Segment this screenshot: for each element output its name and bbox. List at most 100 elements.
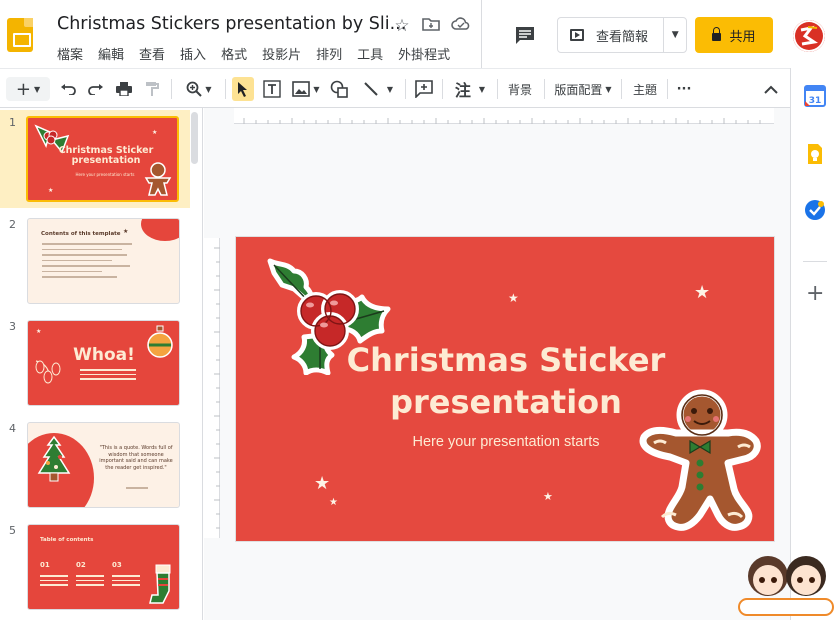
notes-button[interactable]: 注 ▼ (450, 77, 490, 101)
select-tool-icon[interactable] (232, 77, 254, 101)
slide-filmstrip: 1 Christmas Sticker presentation Here yo… (0, 108, 203, 620)
present-icon (570, 29, 584, 41)
present-dropdown-arrow-icon[interactable]: ▼ (664, 30, 686, 40)
menu-addons[interactable]: 外掛程式 (398, 44, 450, 63)
menu-format[interactable]: 格式 (221, 44, 247, 63)
layout-label: 版面配置 (554, 82, 603, 97)
undo-icon[interactable] (58, 77, 78, 101)
slide-title[interactable]: Christmas Sticker presentation (336, 339, 676, 423)
christmas-tree-icon (37, 435, 71, 482)
vertical-ruler[interactable] (204, 238, 220, 538)
toolbar-separator (621, 79, 622, 99)
thumb-author-line (126, 487, 148, 489)
leaves-icon (35, 360, 61, 384)
thumb-text-lines (80, 369, 136, 383)
menu-arrange[interactable]: 排列 (316, 44, 342, 63)
layout-button[interactable]: 版面配置 ▼ (551, 77, 615, 101)
collapse-menu-icon[interactable] (760, 77, 782, 101)
slides-logo-icon[interactable] (7, 18, 33, 52)
thumb-text-lines (42, 243, 142, 282)
ornament-icon (147, 325, 173, 358)
menu-tools[interactable]: 工具 (357, 44, 383, 63)
slide-thumbnail-2[interactable]: Contents of this template ★ (27, 218, 180, 304)
star-decoration: ★ (543, 490, 553, 503)
present-button[interactable]: 查看簡報 ▼ (557, 17, 687, 53)
star-decoration: ★ (48, 187, 54, 194)
menu-slide[interactable]: 投影片 (262, 44, 301, 63)
slide-thumbnail-4[interactable]: "This is a quote. Words full of wisdom t… (27, 422, 180, 508)
side-panel-separator (803, 261, 827, 262)
filmstrip-scrollbar[interactable] (191, 112, 198, 164)
toolbar-separator (667, 79, 668, 99)
app-header: Christmas Stickers presentation by Sli..… (0, 0, 839, 68)
image-icon[interactable]: ▼ (289, 77, 323, 101)
present-main[interactable]: 查看簡報 (558, 18, 665, 52)
thumb-title: Whoa! (73, 345, 135, 365)
paint-format-icon[interactable] (142, 77, 162, 101)
toolbar-separator (171, 79, 172, 99)
cloud-status-icon[interactable] (451, 16, 471, 36)
new-slide-button[interactable]: + ▼ (6, 77, 50, 101)
toolbar-separator (225, 79, 226, 99)
menu-file[interactable]: 檔案 (57, 44, 83, 63)
star-decoration: ★ (508, 291, 519, 305)
menu-insert[interactable]: 插入 (180, 44, 206, 63)
zoom-button[interactable]: ▼ (180, 77, 218, 101)
menu-edit[interactable]: 編輯 (98, 44, 124, 63)
star-icon[interactable]: ☆ (392, 16, 412, 36)
star-decoration: ★ (123, 228, 129, 235)
thumb-subtitle: Here your presentation starts (75, 172, 135, 177)
toolbar-separator (497, 79, 498, 99)
gingerbread-sticker-icon[interactable] (636, 387, 762, 533)
add-comment-icon[interactable] (413, 77, 435, 101)
slide-subtitle[interactable]: Here your presentation starts (336, 434, 676, 450)
keep-icon[interactable] (803, 142, 827, 166)
background-label: 背景 (507, 82, 532, 97)
more-options-icon[interactable]: ··· (673, 77, 695, 101)
thumb-quote: "This is a quote. Words full of wisdom t… (99, 445, 173, 471)
line-icon[interactable]: ▼ (358, 77, 398, 101)
share-button[interactable]: 共用 (695, 17, 773, 53)
toolbar-separator (405, 79, 406, 99)
slide-number: 4 (9, 422, 16, 435)
toc-number: 03 (112, 561, 122, 569)
calendar-icon[interactable]: 31 (803, 84, 827, 108)
horizontal-ruler[interactable] (234, 108, 774, 124)
menu-view[interactable]: 查看 (139, 44, 165, 63)
svg-text:31: 31 (809, 96, 822, 106)
thumb-title: Contents of this template (41, 231, 121, 237)
stocking-icon (149, 564, 171, 604)
print-icon[interactable] (114, 77, 134, 101)
tasks-icon[interactable] (803, 198, 827, 222)
toolbar: + ▼ ▼ ▼ ▼ 注 ▼ 背景 版面配置 ▼ 主題 ··· (0, 68, 790, 108)
toc-number: 01 (40, 561, 50, 569)
redo-icon[interactable] (86, 77, 106, 101)
slide-thumbnail-1[interactable]: Christmas Sticker presentation Here your… (26, 116, 179, 202)
star-decoration: ★ (36, 328, 42, 335)
comment-icon[interactable] (514, 25, 536, 45)
document-title[interactable]: Christmas Stickers presentation by Sli..… (57, 14, 406, 34)
thumb-title: Christmas Sticker presentation (58, 145, 154, 166)
get-addons-plus-icon[interactable]: + (806, 283, 824, 305)
star-decoration: ★ (152, 129, 158, 136)
star-decoration: ★ (329, 497, 338, 508)
theme-button[interactable]: 主題 (628, 77, 662, 101)
slide-number: 1 (9, 116, 16, 129)
background-button[interactable]: 背景 (503, 77, 537, 101)
user-avatar[interactable] (793, 20, 825, 52)
shape-icon[interactable] (328, 77, 350, 101)
thumb-text-lines (40, 575, 140, 586)
slide-thumbnail-3[interactable]: Whoa! ★ (27, 320, 180, 406)
slide-title-line2: presentation (390, 383, 622, 421)
watermark-badge (738, 598, 834, 616)
slide-number: 3 (9, 320, 16, 333)
star-decoration: ★ (314, 473, 331, 494)
move-folder-icon[interactable] (421, 16, 441, 36)
star-decoration: ★ (694, 282, 711, 303)
side-panel: 31 + (790, 68, 839, 620)
text-box-icon[interactable] (261, 77, 283, 101)
slide-thumbnail-5[interactable]: Table of contents 01 02 03 (27, 524, 180, 610)
gingerbread-icon (144, 162, 172, 196)
toolbar-separator (442, 79, 443, 99)
main-slide[interactable]: Christmas Sticker presentation Here your… (236, 237, 774, 541)
